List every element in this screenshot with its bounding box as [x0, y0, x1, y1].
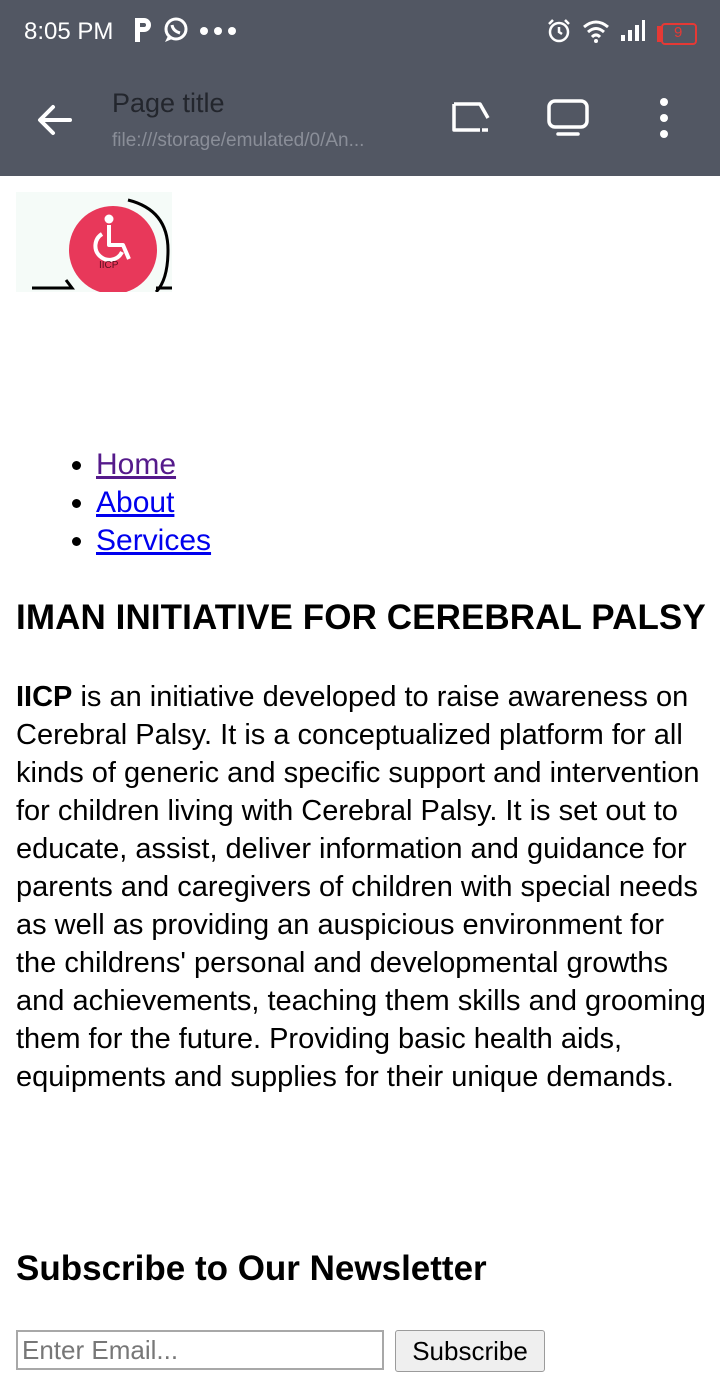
back-button[interactable]	[34, 100, 78, 140]
wifi-icon	[582, 19, 610, 48]
about-paragraph: IICP is an initiative developed to raise…	[16, 678, 706, 1096]
alarm-icon	[546, 18, 572, 49]
email-input[interactable]	[16, 1330, 384, 1370]
desktop-mode-button[interactable]	[544, 94, 592, 142]
logo-text: IICP	[99, 260, 119, 271]
nav-item-services: Services	[96, 522, 211, 560]
overflow-menu-icon	[640, 98, 688, 146]
nav-link-home[interactable]: Home	[96, 448, 176, 481]
subscribe-button[interactable]: Subscribe	[395, 1330, 545, 1372]
main-nav: Home About Services	[0, 446, 211, 560]
more-notifications-icon	[198, 24, 238, 42]
back-arrow-icon	[34, 105, 74, 144]
overflow-menu-button[interactable]	[640, 94, 688, 142]
cast-button[interactable]	[448, 94, 496, 142]
status-bar: 8:05 PM 9	[0, 0, 720, 64]
page-title: Page title	[112, 88, 225, 118]
signal-icon	[620, 19, 646, 48]
newsletter-title: Subscribe to Our Newsletter	[16, 1249, 487, 1288]
notification-icons	[132, 16, 238, 49]
desktop-mode-icon	[544, 99, 592, 146]
org-title: IMAN INITIATIVE FOR CEREBRAL PALSY	[16, 598, 706, 637]
nav-link-services[interactable]: Services	[96, 524, 211, 557]
nav-item-about: About	[96, 484, 211, 522]
about-text: is an initiative developed to raise awar…	[16, 681, 706, 1093]
nav-link-about[interactable]: About	[96, 486, 174, 519]
status-time: 8:05 PM	[24, 18, 114, 45]
system-icons: 9	[546, 18, 698, 49]
battery-level-text: 9	[674, 23, 683, 41]
iicp-logo: IICP	[16, 192, 172, 294]
cast-icon	[448, 102, 496, 146]
page-url: file:///storage/emulated/0/An...	[112, 130, 365, 151]
battery-low-icon: 9	[656, 22, 698, 45]
p-notification-icon	[132, 16, 154, 49]
browser-toolbar: Page title file:///storage/emulated/0/An…	[0, 64, 720, 176]
about-bold-acronym: IICP	[16, 681, 73, 713]
whatsapp-icon	[162, 16, 190, 49]
web-page: IICP Home About Services IMAN INITIATIVE…	[0, 176, 720, 1395]
nav-item-home: Home	[96, 446, 211, 484]
